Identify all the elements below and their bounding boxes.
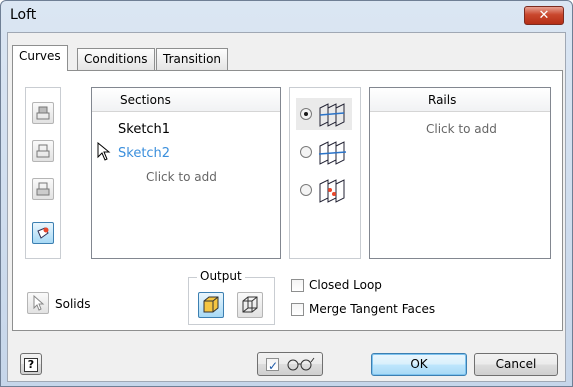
- preview-checkbox[interactable]: [266, 356, 279, 377]
- area-loft-radio[interactable]: [300, 184, 312, 196]
- sections-list[interactable]: Sections Sketch1 Sketch2 Click to add: [91, 87, 281, 259]
- close-button[interactable]: ✕: [524, 6, 564, 25]
- loft-dialog: Loft ✕ Curves Conditions Transition Sect…: [0, 0, 573, 387]
- closed-loop-checkbox[interactable]: [291, 279, 304, 292]
- rails-loft-radio[interactable]: [300, 108, 312, 120]
- area-loft-option[interactable]: [296, 174, 352, 206]
- remove-section-icon: [36, 182, 50, 196]
- sections-header: Sections: [92, 88, 280, 112]
- rails-loft-option[interactable]: [296, 98, 352, 130]
- section-icon: [36, 144, 50, 158]
- solids-select-button[interactable]: [27, 292, 49, 314]
- sections-add-hint[interactable]: Click to add: [146, 170, 217, 184]
- center-line-loft-icon: [318, 141, 347, 165]
- help-icon: ?: [24, 358, 38, 372]
- center-line-loft-radio[interactable]: [300, 146, 312, 158]
- point-section-button[interactable]: [32, 222, 54, 244]
- solid-output-button[interactable]: [198, 292, 224, 318]
- tab-label: Transition: [163, 52, 222, 66]
- closed-loop-label[interactable]: Closed Loop: [309, 278, 382, 292]
- curves-tab-panel: Sections Sketch1 Sketch2 Click to add Ra…: [12, 70, 563, 331]
- surface-output-icon: [242, 296, 258, 313]
- solid-output-icon: [203, 296, 219, 313]
- cancel-button[interactable]: Cancel: [474, 353, 558, 376]
- rails-header: Rails: [370, 88, 550, 112]
- close-icon: ✕: [538, 8, 550, 23]
- point-section-icon: [37, 227, 49, 239]
- tab-conditions[interactable]: Conditions: [77, 48, 155, 70]
- ok-button[interactable]: OK: [371, 353, 467, 376]
- tab-curves[interactable]: Curves: [12, 45, 68, 71]
- preview-toggle[interactable]: [257, 352, 323, 377]
- help-button[interactable]: ?: [20, 353, 42, 375]
- merge-tangent-faces-checkbox[interactable]: [291, 303, 304, 316]
- remove-section-button[interactable]: [32, 178, 54, 200]
- surface-output-button[interactable]: [237, 292, 263, 318]
- section-item-sketch1[interactable]: Sketch1: [118, 122, 170, 137]
- merge-tangent-faces-label[interactable]: Merge Tangent Faces: [309, 302, 435, 316]
- rails-list[interactable]: Rails Click to add: [369, 87, 551, 259]
- rails-loft-icon: [319, 103, 345, 127]
- profile-icon: [36, 106, 50, 120]
- section-tools-group: [25, 87, 61, 259]
- section-button[interactable]: [32, 140, 54, 162]
- tab-transition[interactable]: Transition: [156, 48, 229, 70]
- tab-label: Curves: [19, 49, 61, 63]
- dialog-client: Curves Conditions Transition Sections Sk…: [7, 32, 566, 382]
- area-loft-icon: [319, 179, 345, 203]
- output-group: Output: [188, 269, 275, 325]
- solids-label: Solids: [55, 297, 91, 311]
- loft-type-group: [289, 87, 361, 259]
- center-line-loft-option[interactable]: [296, 136, 352, 168]
- title-bar[interactable]: Loft ✕: [1, 1, 572, 31]
- select-arrow-icon: [33, 295, 45, 311]
- section-item-sketch2[interactable]: Sketch2: [118, 146, 170, 161]
- mouse-cursor-icon: [97, 142, 111, 161]
- window-title: Loft: [10, 7, 37, 23]
- rails-add-hint[interactable]: Click to add: [426, 122, 497, 136]
- glasses-icon: [287, 357, 315, 371]
- output-label: Output: [197, 269, 245, 283]
- profile-button[interactable]: [32, 102, 54, 124]
- tab-label: Conditions: [84, 52, 148, 66]
